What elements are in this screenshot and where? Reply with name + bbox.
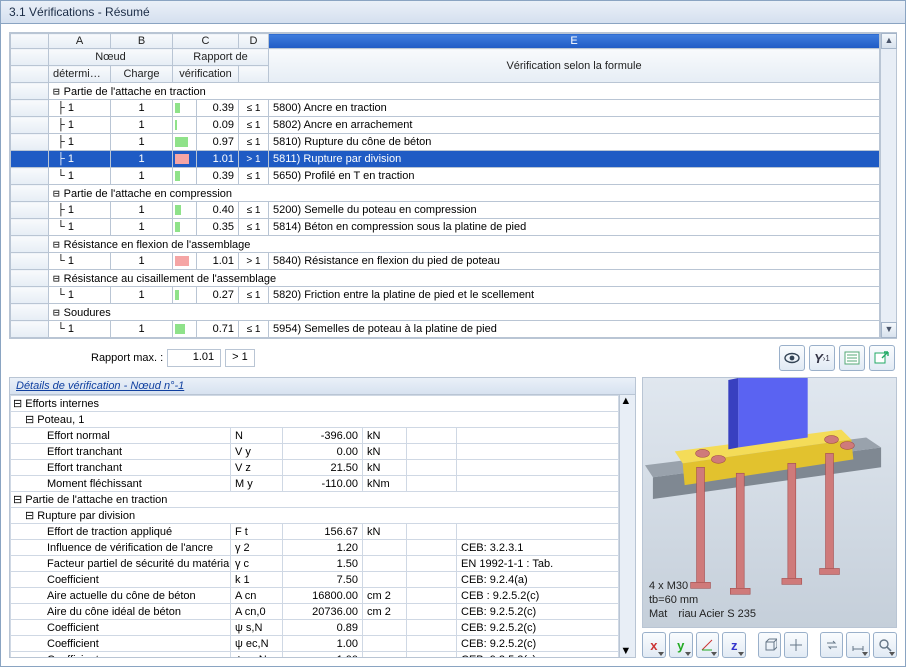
col-ratio-group: Rapport de xyxy=(173,49,269,66)
table-row[interactable]: Effort normalN-396.00kN xyxy=(11,428,619,444)
col-node-det: déterminant xyxy=(49,66,111,83)
yfilter-icon[interactable]: Y›1 xyxy=(809,345,835,371)
table-row[interactable]: ├ 110.97≤ 15810) Rupture du cône de béto… xyxy=(11,134,880,151)
zoom-button[interactable] xyxy=(873,632,897,658)
vscroll[interactable]: ▲ ▼ xyxy=(880,33,896,338)
export-icon[interactable] xyxy=(869,345,895,371)
section-row[interactable]: ⊟Soudures xyxy=(11,304,880,321)
table-row[interactable]: Coefficientk 17.50CEB: 9.2.4(a) xyxy=(11,572,619,588)
table-row[interactable]: Facteur partiel de sécurité du matériauγ… xyxy=(11,556,619,572)
axis-y-button[interactable]: y xyxy=(669,632,693,658)
table-row[interactable]: Effort de traction appliquéF t156.67kN xyxy=(11,524,619,540)
col-B[interactable]: B xyxy=(111,34,173,49)
list-icon[interactable] xyxy=(839,345,865,371)
scroll-down-icon[interactable]: ▼ xyxy=(881,322,897,338)
axis-z-button[interactable]: z xyxy=(722,632,746,658)
details-title: Détails de vérification - Nœud n°-1 xyxy=(10,378,635,395)
table-row[interactable]: Effort tranchantV z21.50kN xyxy=(11,460,619,476)
eye-icon[interactable] xyxy=(779,345,805,371)
summary-label: Rapport max. : xyxy=(91,352,163,364)
table-row[interactable]: ├ 110.40≤ 15200) Semelle du poteau en co… xyxy=(11,202,880,219)
col-D[interactable]: D xyxy=(239,34,269,49)
section-row[interactable]: ⊟Partie de l'attache en traction xyxy=(11,83,880,100)
summary-value: 1.01 xyxy=(167,349,221,367)
col-E[interactable]: E xyxy=(269,34,880,49)
table-row[interactable]: └ 110.39≤ 15650) Profilé en T en tractio… xyxy=(11,168,880,185)
table-row[interactable]: Aire actuelle du cône de bétonA cn16800.… xyxy=(11,588,619,604)
scroll-up-icon[interactable]: ▲ xyxy=(881,33,897,49)
verification-table[interactable]: A B C D E Nœud Rapport de Vérification s… xyxy=(10,33,880,338)
section-row[interactable]: ⊟Résistance au cisaillement de l'assembl… xyxy=(11,270,880,287)
table-row[interactable]: Coefficientψ s,N0.89CEB: 9.2.5.2(c) xyxy=(11,620,619,636)
viewport-label: 4 x M30 tb=60 mm Mat riau Acier S 235 xyxy=(649,579,756,621)
ortho-button[interactable] xyxy=(784,632,808,658)
table-row[interactable]: ├ 111.01> 15811) Rupture par division xyxy=(11,151,880,168)
table-row[interactable]: ⊟ Partie de l'attache en traction xyxy=(11,492,619,508)
table-row[interactable]: ⊟ Poteau, 1 xyxy=(11,412,619,428)
col-C[interactable]: C xyxy=(173,34,239,49)
cube-button[interactable] xyxy=(758,632,782,658)
axis-x-button[interactable]: x xyxy=(642,632,666,658)
axis-xy-button[interactable] xyxy=(696,632,720,658)
table-row[interactable]: Effort tranchantV y0.00kN xyxy=(11,444,619,460)
details-table[interactable]: ⊟ Efforts internes⊟ Poteau, 1Effort norm… xyxy=(10,395,619,657)
table-row[interactable]: └ 110.71≤ 15954) Semelles de poteau à la… xyxy=(11,321,880,338)
table-row[interactable]: Moment fléchissantM y-110.00kNm xyxy=(11,476,619,492)
col-A[interactable]: A xyxy=(49,34,111,49)
table-row[interactable]: └ 110.27≤ 15820) Friction entre la plati… xyxy=(11,287,880,304)
table-row[interactable]: Coefficientψ ec,N1.00CEB: 9.2.5.2(c) xyxy=(11,636,619,652)
viewport-3d[interactable]: 4 x M30 tb=60 mm Mat riau Acier S 235 xyxy=(642,377,897,628)
dim-button[interactable] xyxy=(846,632,870,658)
window-title: 3.1 Vérifications - Résumé xyxy=(1,1,905,24)
table-row[interactable]: Aire du cône idéal de bétonA cn,020736.0… xyxy=(11,604,619,620)
table-row[interactable]: ├ 110.39≤ 15800) Ancre en traction xyxy=(11,100,880,117)
swap-button[interactable] xyxy=(820,632,844,658)
col-ratio: vérification xyxy=(173,66,239,83)
section-row[interactable]: ⊟Résistance en flexion de l'assemblage xyxy=(11,236,880,253)
col-formula: Vérification selon la formule xyxy=(269,49,880,83)
summary-cmp: > 1 xyxy=(225,349,255,367)
details-vscroll[interactable]: ▲ ▼ xyxy=(619,395,635,657)
scroll-up-icon[interactable]: ▲ xyxy=(620,395,635,407)
table-row[interactable]: Influence de vérification de l'ancreγ 21… xyxy=(11,540,619,556)
scroll-down-icon[interactable]: ▼ xyxy=(620,645,635,657)
col-charge: Charge xyxy=(111,66,173,83)
table-row[interactable]: ├ 110.09≤ 15802) Ancre en arrachement xyxy=(11,117,880,134)
section-row[interactable]: ⊟Partie de l'attache en compression xyxy=(11,185,880,202)
col-node-group: Nœud xyxy=(49,49,173,66)
table-row[interactable]: Coefficientψ re,N1.00CEB: 9.2.5.2(c) xyxy=(11,652,619,658)
table-row[interactable]: └ 110.35≤ 15814) Béton en compression so… xyxy=(11,219,880,236)
table-row[interactable]: ⊟ Rupture par division xyxy=(11,508,619,524)
table-row[interactable]: └ 111.01> 15840) Résistance en flexion d… xyxy=(11,253,880,270)
table-row[interactable]: ⊟ Efforts internes xyxy=(11,396,619,412)
